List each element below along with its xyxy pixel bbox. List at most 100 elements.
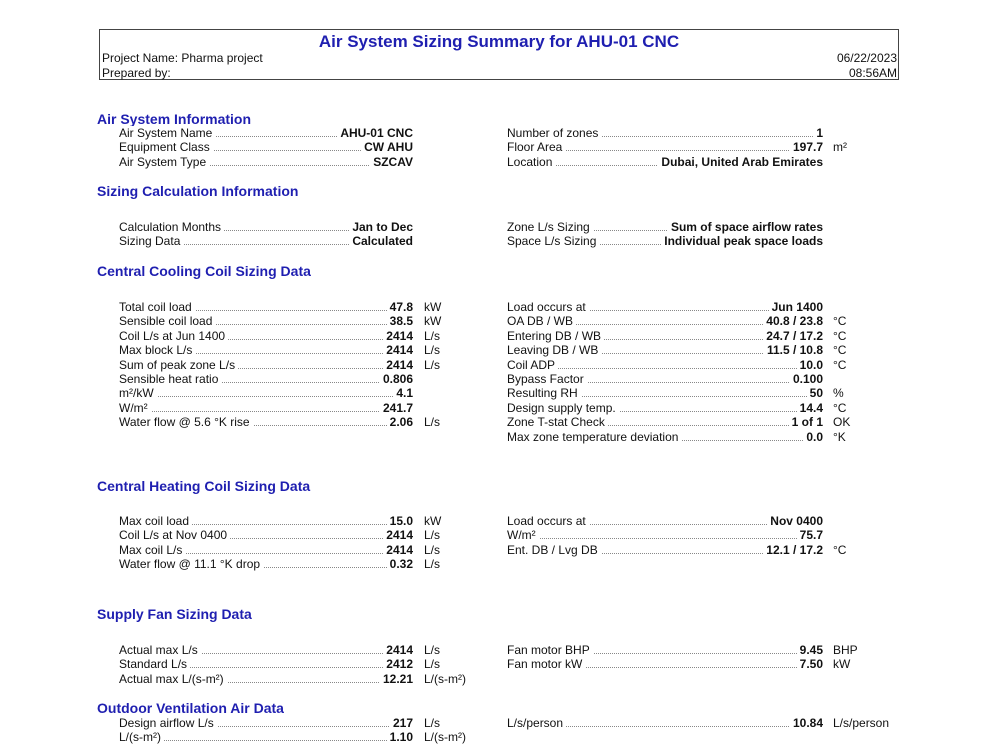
row-value: SZCAV [370, 154, 413, 169]
row-value: 2414 [383, 357, 413, 372]
data-row: W/m² 241.7 [119, 400, 413, 415]
row-unit: L/(s-m²) [424, 730, 466, 745]
row-value: 2412 [383, 657, 413, 672]
row-label: Design airflow L/s [119, 716, 217, 730]
row-unit: L/s [424, 528, 441, 543]
row-value: 75.7 [796, 528, 823, 543]
data-row: Load occurs at Jun 1400 [507, 300, 823, 314]
row-label: Coil L/s at Jun 1400 [119, 328, 229, 343]
row-unit: kW [424, 314, 442, 329]
report-time: 08:56AM [848, 66, 897, 80]
data-row: Actual max L/(s-m²) 12.21 [119, 671, 413, 686]
row-label: Air System Type [119, 154, 210, 169]
data-row: Standard L/s 2412 [119, 657, 413, 672]
row-label: Zone T-stat Check [507, 415, 608, 430]
row-label: Water flow @ 5.6 °K rise [119, 415, 253, 430]
data-row: Water flow @ 5.6 °K rise 2.06 [119, 415, 413, 430]
row-value: 2.06 [386, 415, 413, 430]
row-label: Leaving DB / WB [507, 343, 602, 358]
row-label: Fan motor kW [507, 657, 586, 672]
row-label: Air System Name [119, 126, 216, 140]
row-value: 4.1 [393, 386, 413, 401]
data-row: Space L/s Sizing Individual peak space lo… [507, 234, 823, 249]
row-label: Actual max L/s [119, 643, 201, 657]
data-row: Max zone temperature deviation 0.0 [507, 429, 823, 444]
row-label: Bypass Factor [507, 372, 587, 386]
row-label: Max zone temperature deviation [507, 429, 682, 444]
data-row: Location Dubai, United Arab Emirates [507, 154, 823, 169]
data-row: Ent. DB / Lvg DB 12.1 / 17.2 [507, 542, 823, 557]
row-value: 10.0 [796, 357, 823, 372]
data-row: Leaving DB / WB 11.5 / 10.8 [507, 343, 823, 358]
data-row: Design airflow L/s 217 [119, 716, 413, 730]
row-value: 24.7 / 17.2 [763, 328, 823, 343]
row-label: W/m² [507, 528, 539, 543]
row-unit: kW [833, 657, 851, 672]
row-label: Fan motor BHP [507, 643, 593, 657]
row-label: Sizing Data [119, 234, 184, 249]
data-row: Zone T-stat Check 1 of 1 [507, 415, 823, 430]
row-value: 197.7 [789, 140, 823, 155]
row-unit: L/s [424, 542, 441, 557]
row-label: Space L/s Sizing [507, 234, 600, 249]
row-label: Coil L/s at Nov 0400 [119, 528, 231, 543]
section-title: Central Cooling Coil Sizing Data [97, 263, 311, 279]
data-row: Coil L/s at Jun 1400 2414 [119, 328, 413, 343]
row-label: Water flow @ 11.1 °K drop [119, 557, 264, 572]
row-value: 241.7 [379, 400, 413, 415]
row-value: CW AHU [361, 140, 413, 155]
row-value: 50 [806, 386, 823, 401]
row-value: Nov 0400 [767, 514, 823, 528]
row-unit: °K [833, 429, 846, 444]
dot-leader [119, 410, 413, 412]
data-row: Sensible heat ratio 0.806 [119, 372, 413, 386]
row-value: 2414 [383, 528, 413, 543]
row-unit: BHP [833, 643, 858, 657]
report-header: Air System Sizing Summary for AHU-01 CNC… [99, 29, 899, 80]
row-value: 0.32 [386, 557, 413, 572]
row-value: 40.8 / 23.8 [763, 314, 823, 329]
row-unit: °C [833, 542, 847, 557]
row-unit: m² [833, 140, 847, 155]
data-row: Max coil L/s 2414 [119, 542, 413, 557]
row-value: 11.5 / 10.8 [763, 343, 823, 358]
row-label: Actual max L/(s-m²) [119, 671, 227, 686]
data-row: Entering DB / WB 24.7 / 17.2 [507, 328, 823, 343]
data-row: L/s/person 10.84 [507, 716, 823, 730]
row-value: Sum of space airflow rates [667, 220, 823, 234]
row-value: 2414 [383, 542, 413, 557]
data-row: Floor Area 197.7 [507, 140, 823, 155]
row-unit: L/s [424, 328, 441, 343]
data-row: Design supply temp. 14.4 [507, 400, 823, 415]
row-value: 12.21 [379, 671, 413, 686]
row-unit: °C [833, 314, 847, 329]
data-row: Air System Name AHU-01 CNC [119, 126, 413, 140]
row-unit: °C [833, 328, 847, 343]
row-label: Ent. DB / Lvg DB [507, 542, 601, 557]
section-title: Sizing Calculation Information [97, 183, 299, 199]
row-value: Individual peak space loads [661, 234, 823, 249]
row-label: Design supply temp. [507, 400, 619, 415]
row-value: 2414 [383, 343, 413, 358]
row-value: 15.0 [386, 514, 413, 528]
data-row: Coil L/s at Nov 0400 2414 [119, 528, 413, 543]
row-value: 2414 [383, 643, 413, 657]
row-label: Max coil L/s [119, 542, 186, 557]
row-unit: L/(s-m²) [424, 671, 466, 686]
row-label: Sum of peak zone L/s [119, 357, 239, 372]
data-row: Water flow @ 11.1 °K drop 0.32 [119, 557, 413, 572]
data-row: Sizing Data Calculated [119, 234, 413, 249]
row-label: Coil ADP [507, 357, 559, 372]
row-value: Jan to Dec [349, 220, 413, 234]
data-row: Total coil load 47.8 [119, 300, 413, 314]
row-label: Load occurs at [507, 514, 589, 528]
data-row: Resulting RH 50 [507, 386, 823, 401]
row-value: 0.100 [789, 372, 823, 386]
row-value: 14.4 [796, 400, 823, 415]
row-value: 10.84 [789, 716, 823, 730]
row-unit: L/s [424, 357, 441, 372]
row-value: 0.806 [379, 372, 413, 386]
row-value: Jun 1400 [768, 300, 823, 314]
row-value: Calculated [349, 234, 413, 249]
data-row: Actual max L/s 2414 [119, 643, 413, 657]
